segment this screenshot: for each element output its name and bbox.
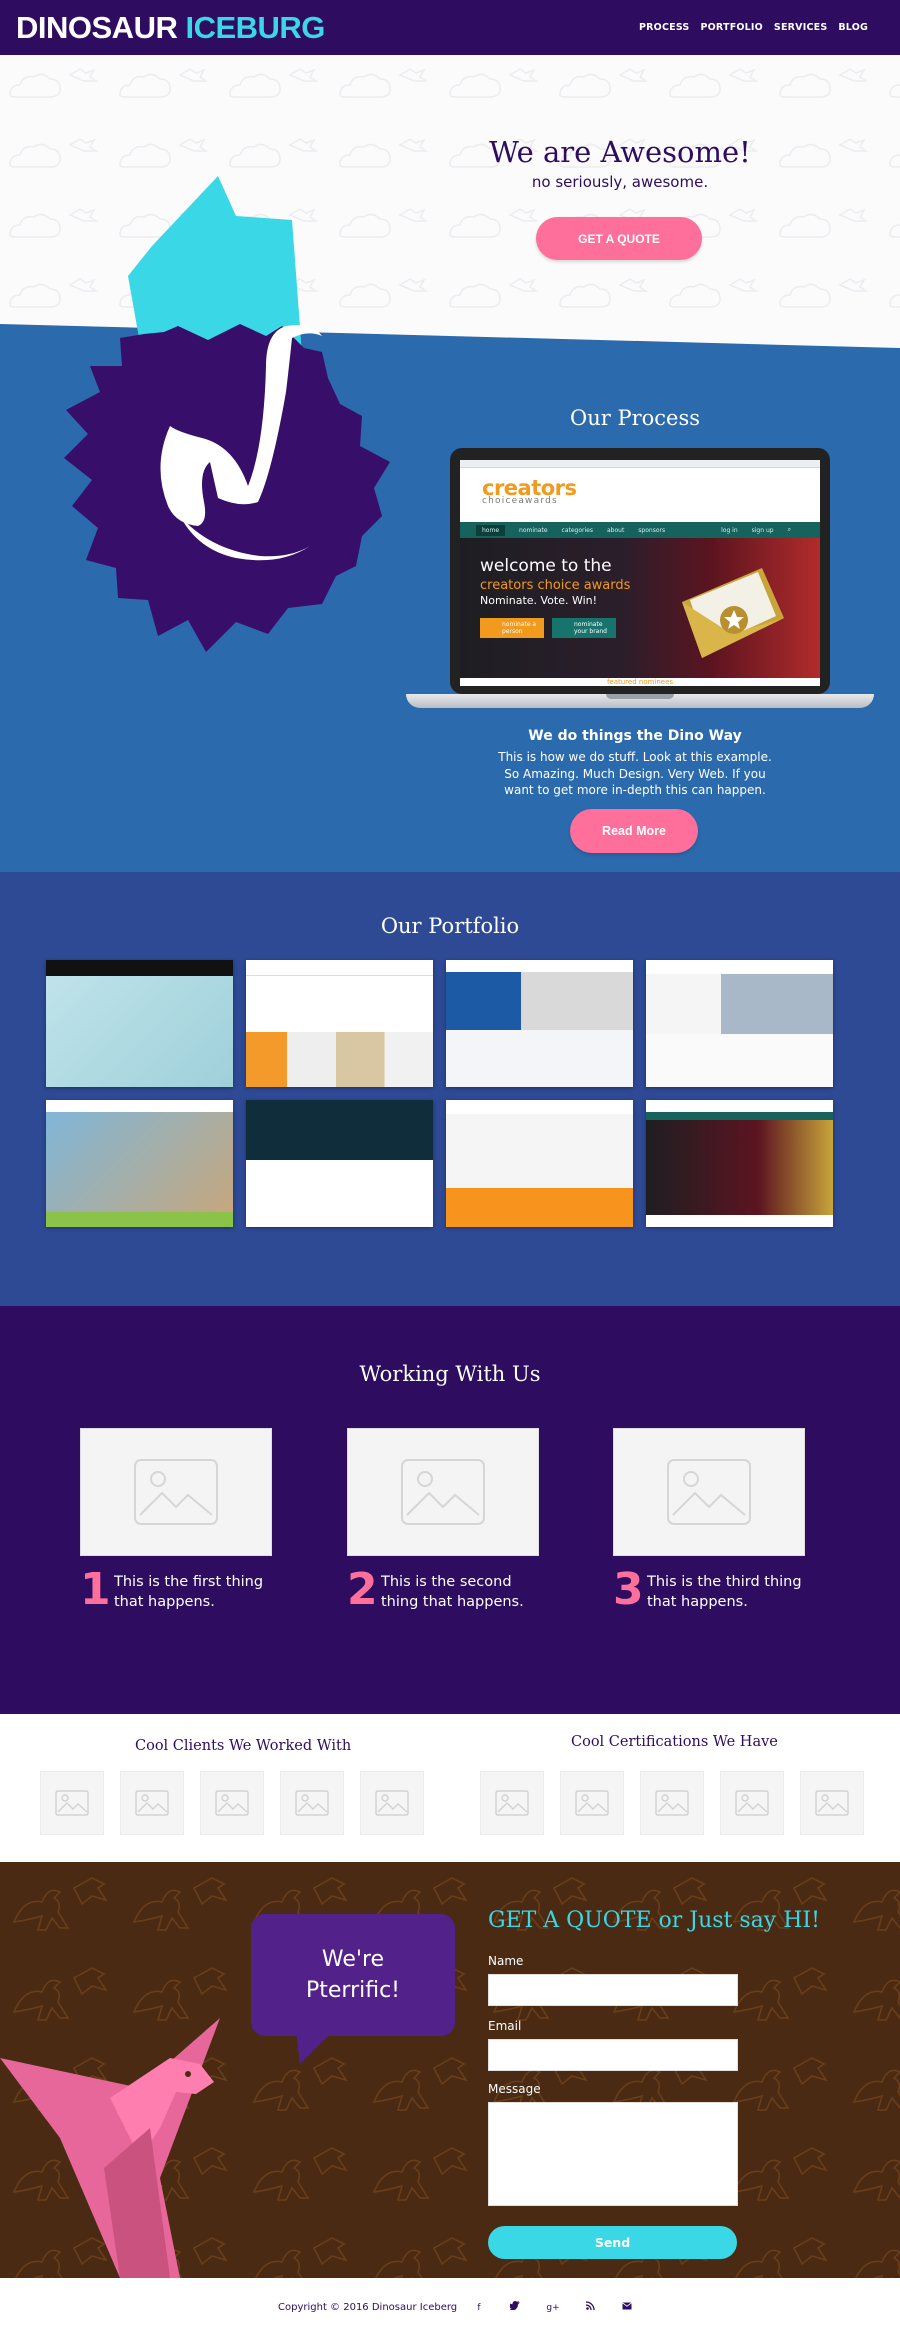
certification-logo-placeholder [560,1771,624,1835]
certification-logo-placeholder [720,1771,784,1835]
example-nav-about: about [606,526,625,534]
portfolio-section: Our Portfolio [0,872,900,1306]
browser-bar [460,460,820,468]
step-number: 1 [80,1564,111,1615]
creators-logo: creators choiceawards [482,476,577,506]
image-placeholder-icon [347,1428,539,1556]
speech-bubble-text: We're Pterrific! [251,1944,455,2006]
example-nav-sponsors: sponsors [638,526,666,534]
working-title: Working With Us [359,1362,541,1386]
laptop-mockup: creators choiceawards home nominate cate… [406,448,874,718]
example-nav-nominate: nominate [519,526,548,534]
client-logo-placeholder [120,1771,184,1835]
rss-icon[interactable] [583,2301,597,2315]
portfolio-thumb-6[interactable] [246,1100,433,1227]
mail-icon[interactable] [620,2301,634,2315]
client-logo-placeholder [280,1771,344,1835]
hero-title: We are Awesome! [489,135,751,169]
image-placeholder-icon [613,1428,805,1556]
get-a-quote-button[interactable]: GET A QUOTE [536,217,702,260]
email-label: Email [488,2019,522,2033]
process-body: This is how we do stuff. Look at this ex… [498,750,772,797]
pterodactyl-illustration [0,2018,220,2278]
portfolio-title: Our Portfolio [380,914,520,938]
portfolio-thumb-2[interactable] [246,960,433,1087]
step-text: This is the second thing that happens. [381,1574,524,1610]
nav-link-portfolio[interactable]: PORTFOLIO [700,22,762,33]
laptop-notch [606,694,674,699]
client-logo-placeholder [360,1771,424,1835]
site-header: DINOSAUR ICEBURG PROCESS PORTFOLIO SERVI… [0,0,900,55]
logo-word-dinosaur: DINOSAUR [16,9,178,45]
main-nav: PROCESS PORTFOLIO SERVICES BLOG [639,22,868,33]
google-plus-icon[interactable]: g+ [546,2301,560,2315]
example-nav-login: log in [721,526,738,534]
bubble-line-1: We're [321,1947,385,1972]
message-label: Message [488,2082,541,2096]
name-label: Name [488,1954,524,1968]
clients-section: Cool Clients We Worked With Cool Certifi… [0,1714,900,1862]
portfolio-thumb-3[interactable] [446,960,633,1087]
portfolio-thumb-5[interactable] [46,1100,233,1227]
example-headline-2: creators choice awards [480,578,631,593]
contact-title: GET A QUOTE or Just say HI! [488,1908,820,1933]
example-headline-1: welcome to the [480,556,612,576]
envelope-star-icon [682,568,784,658]
certification-logo-placeholder [800,1771,864,1835]
client-logo-placeholder [200,1771,264,1835]
facebook-icon[interactable]: f [472,2301,486,2315]
example-headline-3: Nominate. Vote. Win! [480,594,598,607]
hero-subtitle: no seriously, awesome. [531,173,709,191]
image-placeholder-icon [80,1428,272,1556]
copyright-text: Copyright © 2016 Dinosaur Iceberg [278,2302,458,2313]
example-nominate-brand-button: nominate your brand [552,618,616,638]
site-footer: Copyright © 2016 Dinosaur Iceberg f g+ [0,2278,900,2340]
step-text: This is the third thing that happens. [647,1574,802,1610]
portfolio-example-site[interactable]: creators choiceawards home nominate cate… [460,460,820,686]
step-number: 2 [347,1564,378,1615]
process-title: Our Process [569,406,700,430]
logo-word-iceburg: ICEBURG [185,9,325,45]
example-nav-home: home [476,524,506,536]
portfolio-thumb-7[interactable] [446,1100,633,1227]
work-step-2: 2 This is the second thing that happens. [347,1428,539,1615]
certifications-title: Cool Certifications We Have [571,1734,778,1750]
nav-link-services[interactable]: SERVICES [774,22,827,33]
example-nominate-person-button: nominate a person [480,618,544,638]
step-text: This is the first thing that happens. [114,1574,264,1610]
client-logo-placeholder [40,1771,104,1835]
example-nav-signup: sign up [751,526,774,534]
dino-iceberg-illustration [64,176,390,652]
bubble-line-2: Pterrific! [305,1978,400,2003]
example-search-icon: ⌕ [787,526,791,533]
certification-logo-placeholder [640,1771,704,1835]
message-textarea[interactable] [488,2102,738,2206]
contact-section: We're Pterrific! GET A QUOTE or Just say… [0,1862,900,2278]
example-site-nav: home nominate categories about sponsors … [460,522,820,538]
process-heading: We do things the Dino Way [528,728,742,744]
site-logo[interactable]: DINOSAUR ICEBURG [16,10,325,46]
work-step-3: 3 This is the third thing that happens. [613,1428,805,1615]
example-site-hero: welcome to the creators choice awards No… [460,538,820,678]
nav-link-blog[interactable]: BLOG [838,22,868,33]
twitter-icon[interactable] [508,2301,522,2315]
clients-title: Cool Clients We Worked With [135,1738,352,1754]
read-more-button[interactable]: Read More [570,809,698,853]
laptop-screen: creators choiceawards home nominate cate… [450,448,830,694]
speech-bubble-tail [296,2032,332,2064]
name-input[interactable] [488,1974,738,2006]
portfolio-thumb-4[interactable] [646,960,833,1087]
step-number: 3 [613,1564,644,1615]
portfolio-thumb-8[interactable] [646,1100,833,1227]
send-button[interactable]: Send [488,2226,737,2259]
email-input[interactable] [488,2039,738,2071]
working-with-us-section: Working With Us 1 This is the first thin… [0,1306,900,1714]
example-featured-label: featured nominees [460,678,820,686]
nav-link-process[interactable]: PROCESS [639,22,689,33]
work-step-1: 1 This is the first thing that happens. [80,1428,272,1615]
example-nav-categories: categories [561,526,593,534]
certification-logo-placeholder [480,1771,544,1835]
portfolio-thumb-1[interactable] [46,960,233,1087]
